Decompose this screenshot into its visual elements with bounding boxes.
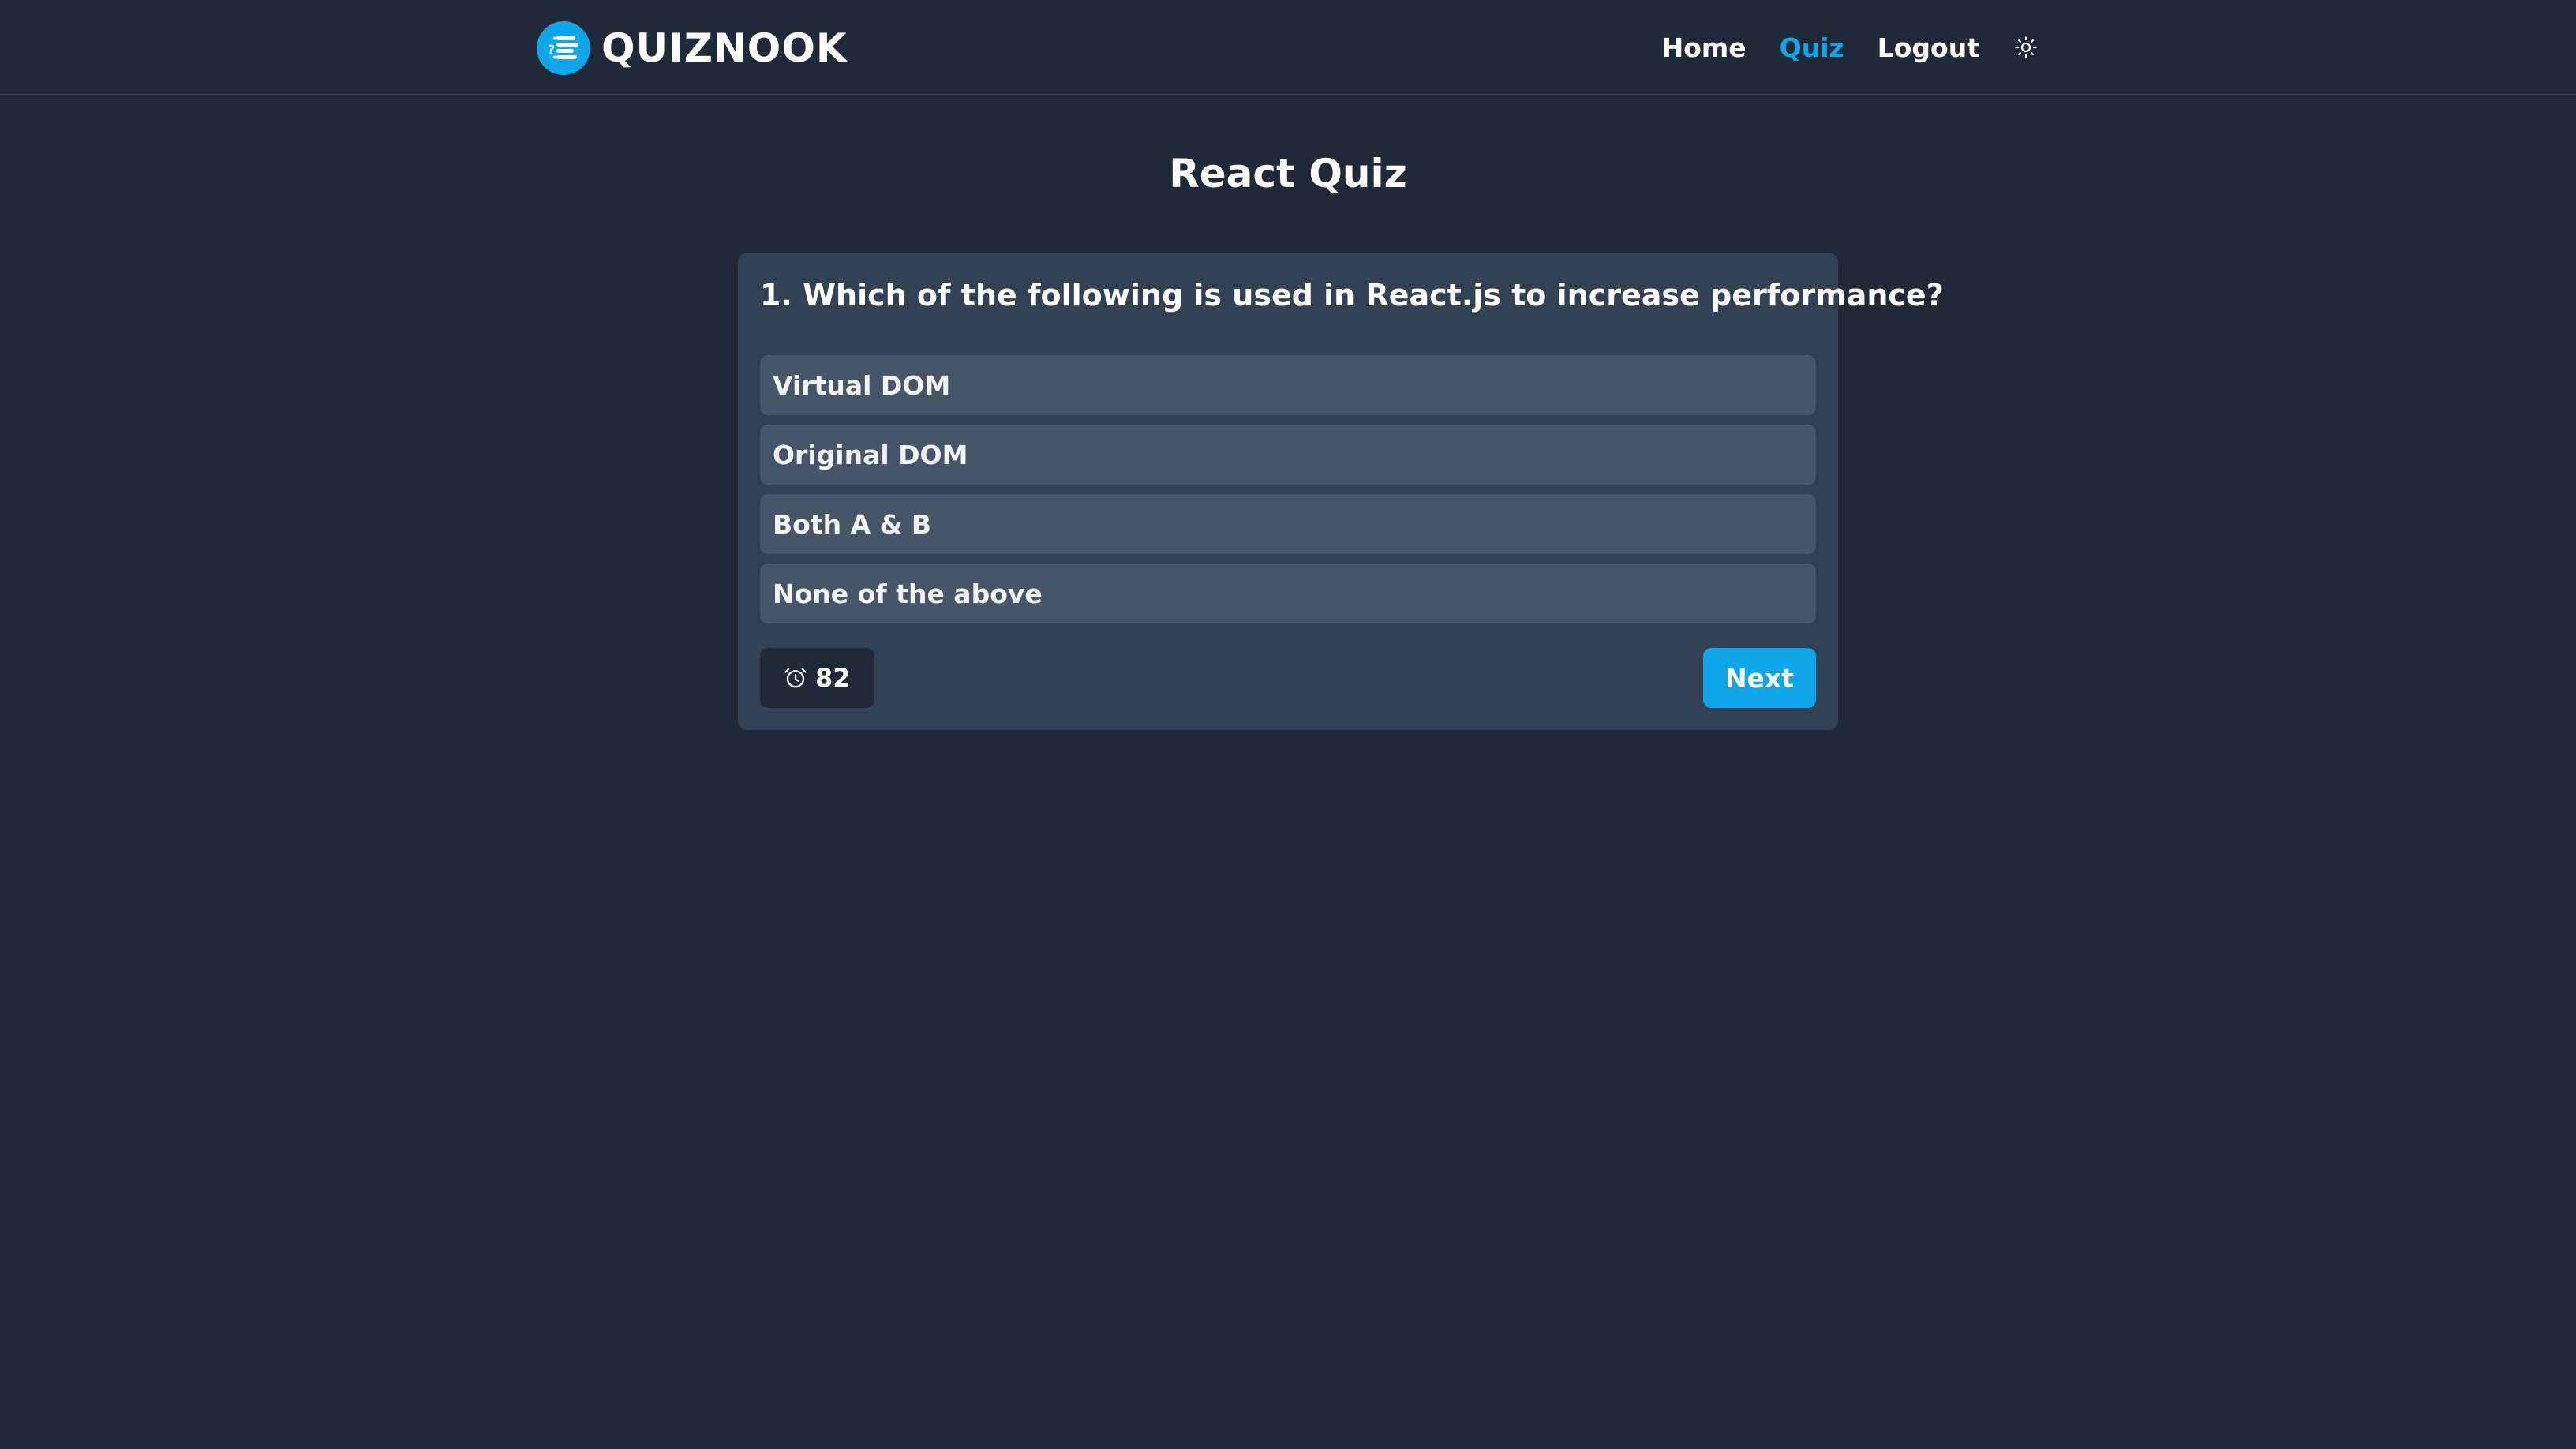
quiz-card: 1. Which of the following is used in Rea… bbox=[738, 253, 1944, 730]
quiz-footer: 82 Next bbox=[760, 648, 1816, 708]
svg-text:?: ? bbox=[548, 42, 555, 57]
timer-value: 82 bbox=[815, 663, 851, 693]
top-navbar: ? QUIZNOOK Home Quiz Logout bbox=[0, 0, 2576, 95]
countdown-timer: 82 bbox=[760, 648, 874, 708]
question-text: 1. Which of the following is used in Rea… bbox=[760, 278, 1944, 313]
nav-quiz-link[interactable]: Quiz bbox=[1780, 32, 1844, 63]
nav-logout-link[interactable]: Logout bbox=[1878, 32, 1979, 63]
answer-option[interactable]: Both A & B bbox=[760, 494, 1816, 554]
main-nav: Home Quiz Logout bbox=[1629, 24, 2039, 71]
brand-name: QUIZNOOK bbox=[601, 25, 848, 71]
answer-options: Virtual DOM Original DOM Both A & B None… bbox=[760, 355, 1816, 633]
answer-option[interactable]: Virtual DOM bbox=[760, 355, 1816, 415]
alarm-clock-icon bbox=[784, 666, 807, 690]
brand-link[interactable]: ? QUIZNOOK bbox=[537, 21, 848, 76]
sun-icon[interactable] bbox=[2012, 34, 2039, 61]
page-title: React Quiz bbox=[1169, 151, 1407, 197]
answer-option[interactable]: None of the above bbox=[760, 564, 1816, 623]
quiz-list-icon: ? bbox=[537, 21, 590, 75]
answer-option[interactable]: Original DOM bbox=[760, 425, 1816, 485]
nav-home-link[interactable]: Home bbox=[1662, 32, 1747, 63]
next-button[interactable]: Next bbox=[1702, 648, 1816, 708]
